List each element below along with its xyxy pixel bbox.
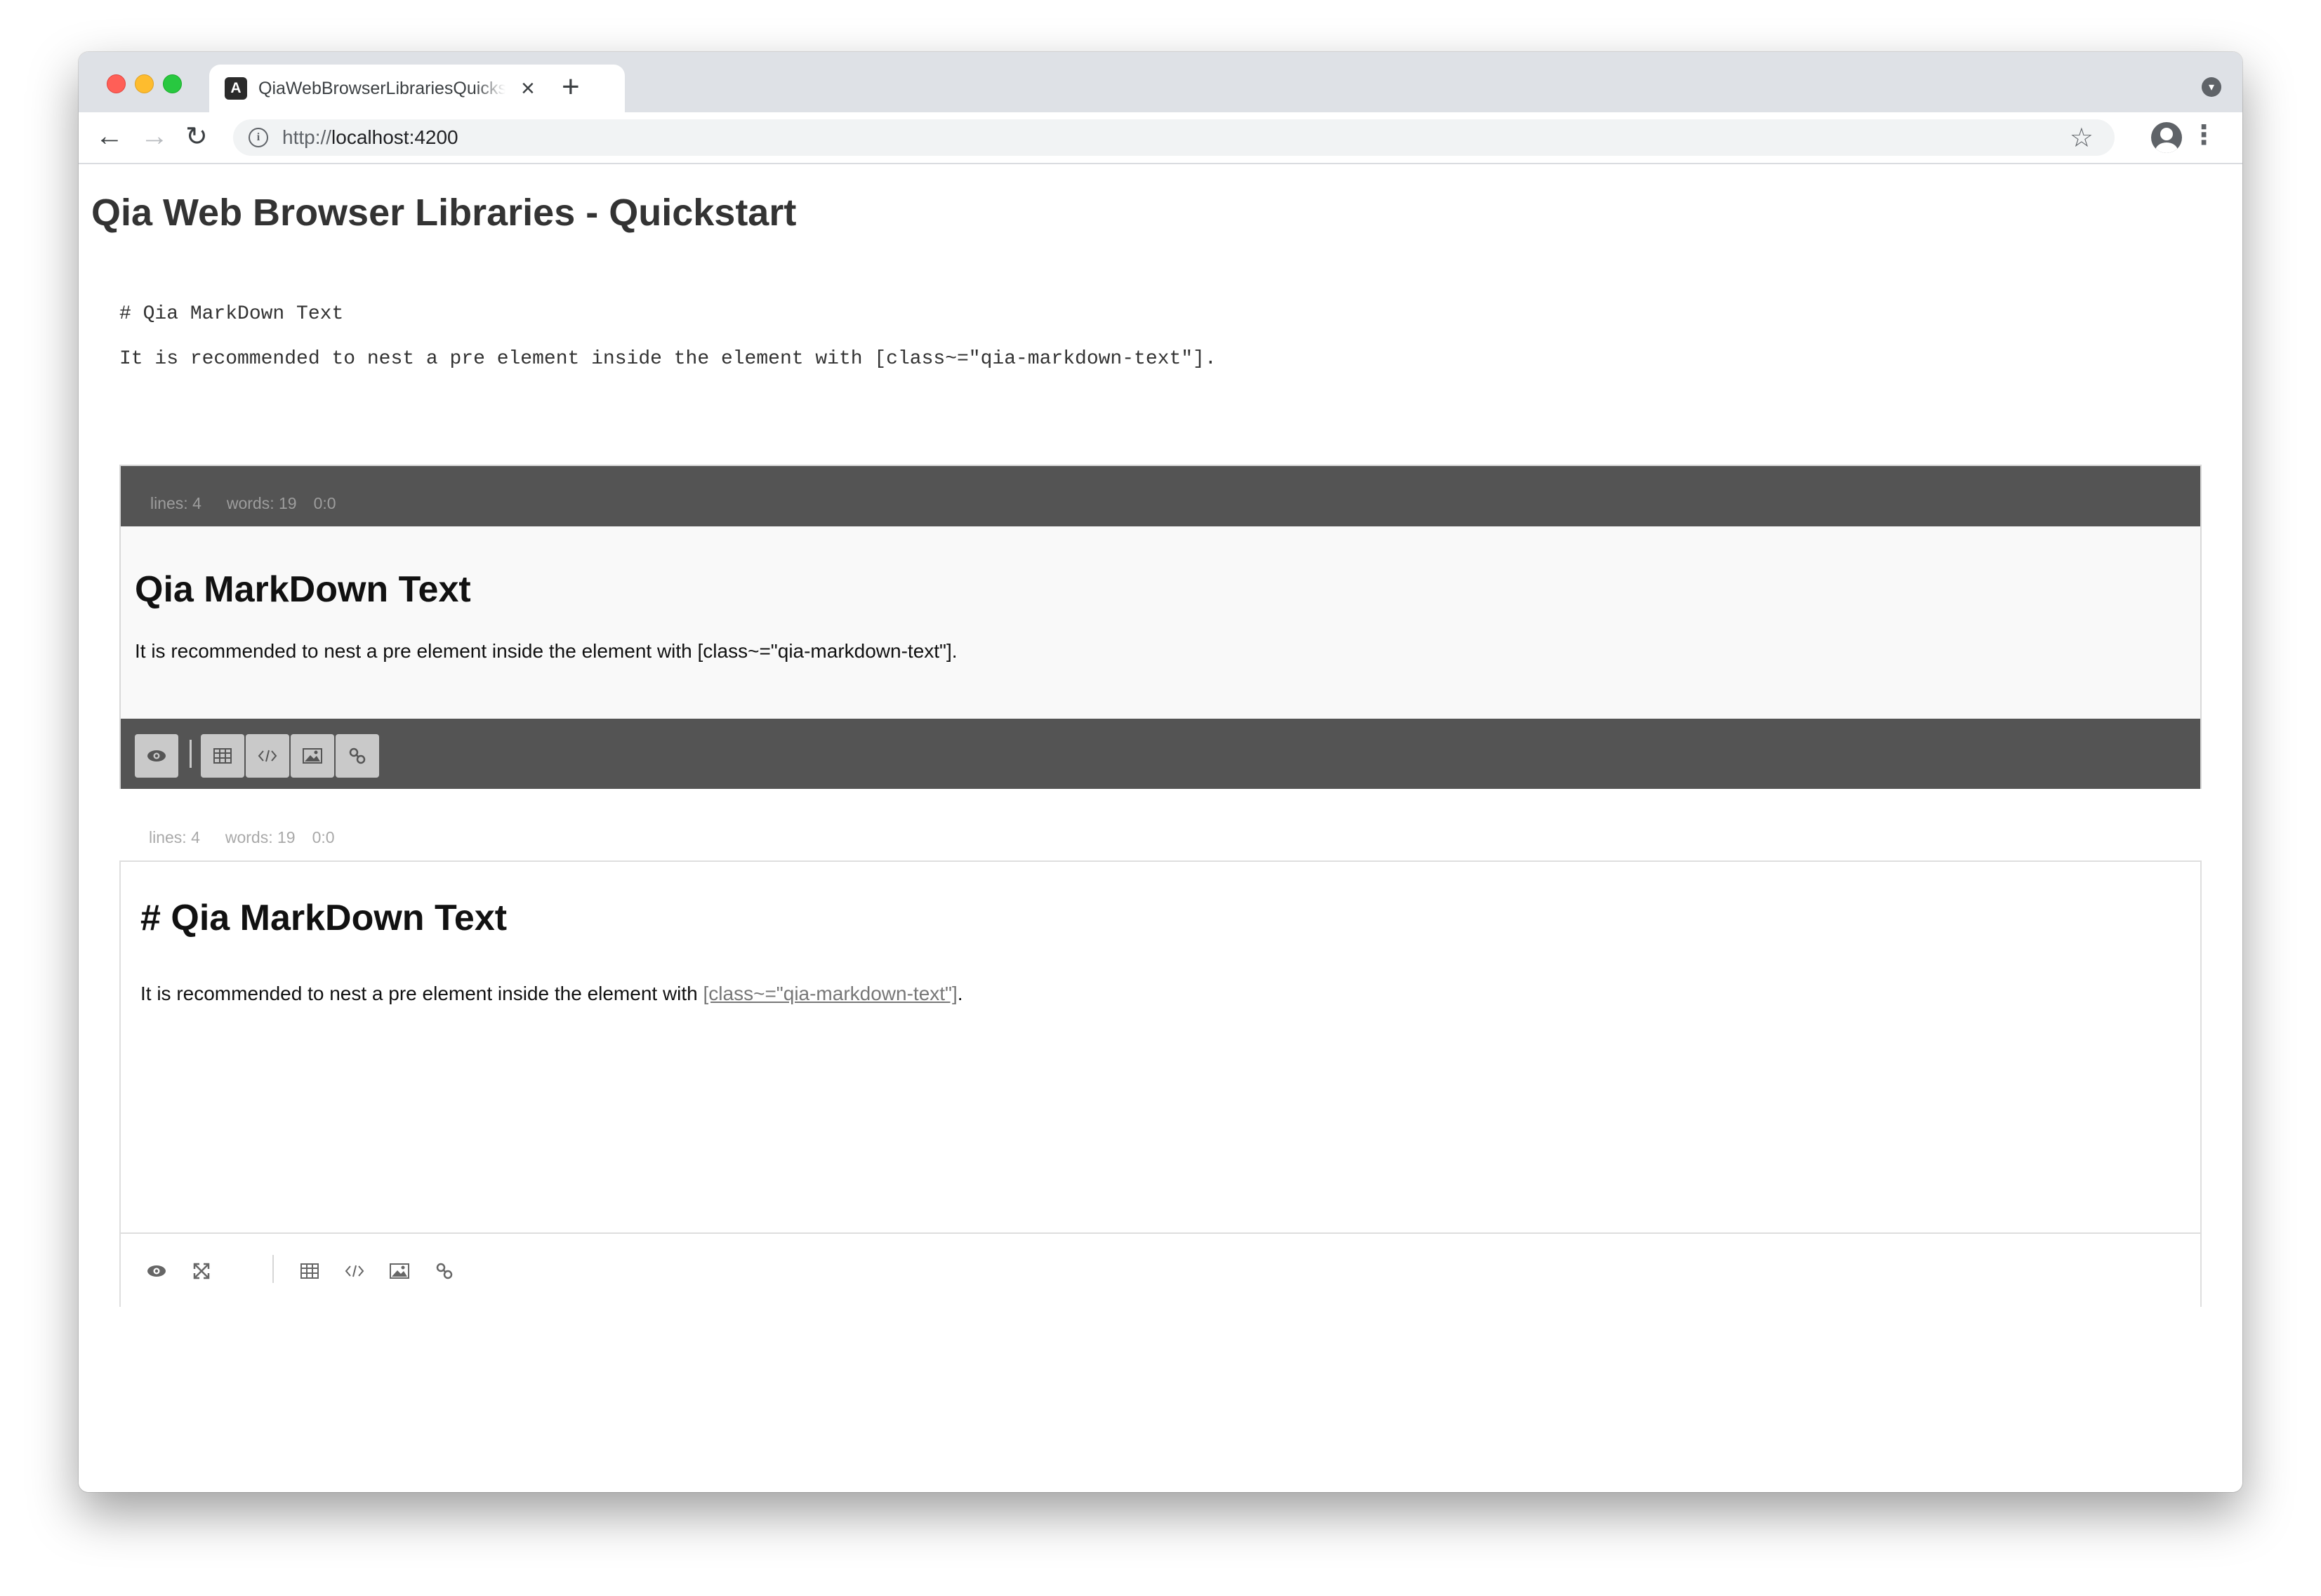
cursor-position: 0:0 xyxy=(313,494,336,512)
lines-count: lines: 4 xyxy=(150,494,201,512)
tab-strip: A QiaWebBrowserLibrariesQuickstart × + ▾ xyxy=(79,52,2242,112)
preview-icon[interactable] xyxy=(135,1249,178,1293)
table-icon[interactable] xyxy=(288,1249,331,1293)
preview-paragraph: It is recommended to nest a pre element … xyxy=(135,640,958,662)
page-content: Qia Web Browser Libraries - Quickstart #… xyxy=(79,164,2242,1492)
bookmark-star-icon[interactable]: ☆ xyxy=(2070,122,2094,154)
editor-stats: lines: 4 words: 19 0:0 xyxy=(149,828,360,847)
table-icon[interactable] xyxy=(201,734,244,778)
editor-stats: lines: 4 words: 19 0:0 xyxy=(150,494,362,513)
address-bar[interactable]: i http://localhost:4200 ☆ xyxy=(233,119,2115,156)
editor-heading: # Qia MarkDown Text xyxy=(140,898,508,938)
markdown-editor-dark: lines: 4 words: 19 0:0 Qia MarkDown Text… xyxy=(119,465,2202,789)
info-icon[interactable]: i xyxy=(249,128,268,147)
editor-status-bar: lines: 4 words: 19 0:0 xyxy=(121,466,2200,526)
editor-toolbar xyxy=(121,1232,2200,1307)
maximize-window-button[interactable] xyxy=(163,74,182,93)
angular-favicon-icon: A xyxy=(225,77,247,100)
code-icon[interactable] xyxy=(246,734,289,778)
lines-count: lines: 4 xyxy=(149,828,200,846)
tab-title: QiaWebBrowserLibrariesQuickstart xyxy=(258,78,505,98)
toolbar-separator xyxy=(272,1255,274,1283)
url-text[interactable]: http://localhost:4200 xyxy=(282,126,458,149)
new-tab-button[interactable]: + xyxy=(562,72,580,102)
words-count: words: 19 xyxy=(225,828,296,846)
browser-toolbar: ← → ↻ i http://localhost:4200 ☆ ⋮ xyxy=(79,112,2242,164)
markdown-preview[interactable]: Qia MarkDown Text It is recommended to n… xyxy=(121,526,2200,719)
browser-window: A QiaWebBrowserLibrariesQuickstart × + ▾… xyxy=(79,52,2242,1492)
tab-search-icon[interactable]: ▾ xyxy=(2202,77,2221,97)
markdown-editor-light[interactable]: # Qia MarkDown Text It is recommended to… xyxy=(119,860,2202,1307)
link-icon[interactable] xyxy=(336,734,379,778)
markdown-link[interactable]: [class~="qia-markdown-text"] xyxy=(703,983,958,1004)
tab-close-icon[interactable]: × xyxy=(521,77,535,100)
editor-toolbar xyxy=(121,719,2200,789)
raw-markdown-line: It is recommended to nest a pre element … xyxy=(119,348,1217,370)
words-count: words: 19 xyxy=(226,494,297,512)
raw-markdown-line: # Qia MarkDown Text xyxy=(119,303,344,325)
minimize-window-button[interactable] xyxy=(135,74,154,93)
reload-icon[interactable]: ↻ xyxy=(185,124,208,150)
code-icon[interactable] xyxy=(333,1249,376,1293)
back-arrow-icon[interactable]: ← xyxy=(95,122,124,150)
close-window-button[interactable] xyxy=(107,74,126,93)
forward-arrow-icon[interactable]: → xyxy=(140,122,168,150)
account-avatar-icon[interactable] xyxy=(2151,122,2182,153)
image-icon[interactable] xyxy=(378,1249,421,1293)
editor-paragraph: It is recommended to nest a pre element … xyxy=(140,983,963,1004)
preview-icon[interactable] xyxy=(135,734,178,778)
preview-heading: Qia MarkDown Text xyxy=(135,569,471,610)
cursor-position: 0:0 xyxy=(312,828,335,846)
toolbar-separator xyxy=(190,740,192,768)
image-icon[interactable] xyxy=(291,734,334,778)
link-icon[interactable] xyxy=(423,1249,466,1293)
menu-kebab-icon[interactable]: ⋮ xyxy=(2190,122,2217,149)
page-title: Qia Web Browser Libraries - Quickstart xyxy=(91,192,797,234)
fullscreen-icon[interactable] xyxy=(180,1249,223,1293)
